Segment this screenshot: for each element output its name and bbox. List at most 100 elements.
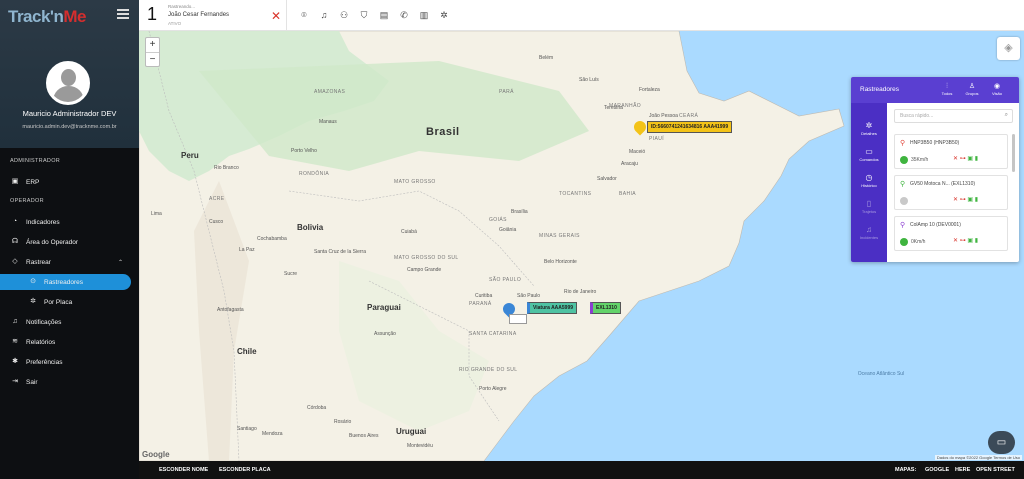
- location-pin-icon[interactable]: ⌾: [298, 9, 310, 21]
- tab-todos[interactable]: ⫶ Todos: [938, 82, 956, 96]
- gear-icon[interactable]: ✲: [438, 9, 450, 21]
- map-label-mato-grosso-sul: MATO GROSSO DO SUL: [394, 255, 459, 261]
- map-label-mato-grosso: MATO GROSSO: [394, 179, 436, 185]
- sidebar: Track'nMe Mauricio Administrador DEV mau…: [0, 0, 139, 479]
- pin-icon: ⚲: [900, 222, 906, 229]
- chat-icon[interactable]: ▭: [988, 431, 1015, 454]
- tracker-card[interactable]: ⚲ HNP3B50 (HNP3B50) 35Km/h ✕ ⊶ ▣ ▮: [894, 134, 1008, 169]
- tracker-marker-label[interactable]: EXL1310: [590, 302, 621, 314]
- tracker-card[interactable]: ⚲ GV50 Motoca N... (EXL1310) ✕ ⊶ ▣ ▮: [894, 175, 1008, 210]
- tracker-marker-label[interactable]: Viatura AAA5999: [527, 302, 578, 314]
- tab-incidentes[interactable]: ♫ Incidentes: [851, 225, 887, 240]
- map-label-lima: Lima: [151, 211, 162, 217]
- tab-comandos[interactable]: ▭ Comandos: [851, 147, 887, 162]
- sidebar-item-sair[interactable]: ⇥ Sair: [0, 374, 139, 390]
- map-label-maceio: Maceió: [629, 149, 646, 155]
- map-label-sucre: Sucre: [284, 271, 298, 277]
- zoom-in-button[interactable]: +: [146, 38, 159, 53]
- map-label-rosario: Rosário: [334, 419, 352, 425]
- map-label-porto-alegre: Porto Alegre: [479, 386, 507, 392]
- user-name: Mauricio Administrador DEV: [22, 109, 117, 118]
- tab-trajetos[interactable]: ▯ Trajetos: [851, 199, 887, 214]
- tab-detalhes[interactable]: ✲ Detalhes: [851, 121, 887, 136]
- sidebar-item-por-placa[interactable]: ✲ Por Placa: [0, 294, 139, 310]
- contact-card-icon[interactable]: ▤: [378, 9, 390, 21]
- map-label-goiania: Goiânia: [499, 227, 517, 233]
- map-label-bolivia: Bolivia: [297, 223, 324, 232]
- chart-icon[interactable]: ▥: [418, 9, 430, 21]
- user-icon: ♙: [968, 83, 976, 90]
- vehicle-icon[interactable]: [509, 314, 527, 324]
- search-input[interactable]: Busca rápido... ⌕: [894, 109, 1013, 123]
- bell-icon: ♫: [866, 225, 872, 234]
- sidebar-item-erp[interactable]: ▣ ERP: [0, 174, 139, 190]
- menu-toggle-icon[interactable]: [117, 9, 129, 19]
- map-label-parana: PARANÁ: [469, 301, 492, 307]
- map-label-sao-paulo-state: SÃO PAULO: [489, 277, 522, 283]
- sidebar-item-preferencias[interactable]: ✱ Preferências: [0, 354, 139, 370]
- map-here-button[interactable]: HERE: [955, 467, 970, 473]
- map-label-goias: GOIÁS: [489, 217, 507, 223]
- status-icons: ✕ ⊶ ▣ ▮: [953, 238, 979, 244]
- dashboard-icon: ◔: [12, 218, 18, 225]
- tracker-card[interactable]: ⚲ ColAmp 10 (DEV0001) 0Km/h ✕ ⊶ ▣ ▮: [894, 216, 1008, 251]
- tab-grupos[interactable]: ♙ Grupos: [963, 82, 981, 96]
- scrollbar[interactable]: [1012, 134, 1015, 172]
- map-layers-icon[interactable]: ◈: [997, 37, 1020, 60]
- sidebar-item-rastrear[interactable]: ◇ Rastrear ⌃: [0, 254, 139, 270]
- phone-icon[interactable]: ✆: [398, 9, 410, 21]
- map-label-teresina: Teresina: [604, 105, 623, 111]
- sliders-icon: ✱: [12, 358, 18, 365]
- bell-icon[interactable]: ♫: [318, 9, 330, 21]
- map-openstreet-button[interactable]: OPEN STREET: [976, 467, 1015, 473]
- maps-label: MAPAS:: [895, 467, 917, 473]
- trackers-panel: Rastreadores ⫶ Todos ♙ Grupos ◉ Visão ✲ Deta…: [851, 77, 1019, 262]
- hide-plate-button[interactable]: ESCONDER PLACA: [219, 467, 271, 473]
- status-dot: [900, 238, 908, 246]
- map-label-rio-grande-sul: RIO GRANDE DO SUL: [459, 367, 518, 373]
- tab-historico[interactable]: ◷ Histórico: [851, 173, 887, 188]
- sidebar-item-rastreadores[interactable]: ⊙ Rastreadores: [0, 274, 131, 290]
- close-icon[interactable]: ✕: [271, 9, 281, 23]
- briefcase-icon: ▣: [11, 178, 19, 185]
- map-label-santa-cruz: Santa Cruz de la Sierra: [314, 249, 366, 255]
- map-attribution: Dados do mapa ©2022 Google Termos de Uso: [934, 455, 1022, 460]
- hide-name-button[interactable]: ESCONDER NOME: [159, 467, 208, 473]
- gear-icon: ✲: [30, 298, 36, 305]
- map-label-sao-paulo-city: São Paulo: [517, 293, 541, 299]
- sidebar-item-notificacoes[interactable]: ♫ Notificações: [0, 314, 139, 330]
- map-label-buenos-aires: Buenos Aires: [349, 433, 379, 439]
- map-label-cordoba: Córdoba: [307, 405, 327, 411]
- target-icon: ◇: [12, 258, 18, 265]
- divider: [286, 0, 287, 31]
- sidebar-item-indicadores[interactable]: ◔ Indicadores: [0, 214, 139, 230]
- vehicle-number: 1: [147, 4, 158, 24]
- sidebar-item-area-operador[interactable]: ☊ Área do Operador: [0, 234, 139, 250]
- gear-icon: ✲: [865, 121, 873, 130]
- map-label-cusco: Cusco: [209, 219, 224, 225]
- map-label-paraguai: Paraguai: [367, 303, 401, 312]
- app-logo[interactable]: Track'nMe: [8, 7, 86, 27]
- map-label-salvador: Salvador: [597, 176, 617, 182]
- map-label-uruguai: Uruguai: [396, 427, 427, 436]
- tracker-marker-label[interactable]: ID:5660741241634816 AAA41999: [647, 121, 733, 133]
- map-label-rio-de-janeiro: Rio de Janeiro: [564, 289, 597, 295]
- map-google-button[interactable]: GOOGLE: [925, 467, 949, 473]
- pin-icon: ⊙: [30, 278, 36, 285]
- map-label-curitiba: Curitiba: [475, 293, 493, 299]
- headset-icon: ☊: [11, 238, 19, 245]
- shield-icon[interactable]: ⛉: [358, 9, 370, 21]
- clock-icon: ◷: [865, 173, 873, 182]
- zoom-out-button[interactable]: −: [146, 53, 159, 68]
- map-label-chile: Chile: [237, 347, 257, 356]
- vehicle-status: ATIVO: [168, 21, 182, 26]
- avatar[interactable]: [46, 61, 90, 105]
- map-label-manaus: Manaus: [319, 119, 337, 125]
- map-label-fortaleza: Fortaleza: [639, 87, 660, 93]
- users-icon[interactable]: ⚇: [338, 9, 350, 21]
- search-icon: ⌕: [1004, 112, 1008, 118]
- map-label-campo-grande: Campo Grande: [407, 267, 442, 273]
- map-label-antofagasta: Antofagasta: [217, 307, 244, 313]
- sidebar-item-relatorios[interactable]: ≋ Relatórios: [0, 334, 139, 350]
- tab-visao[interactable]: ◉ Visão: [988, 82, 1006, 96]
